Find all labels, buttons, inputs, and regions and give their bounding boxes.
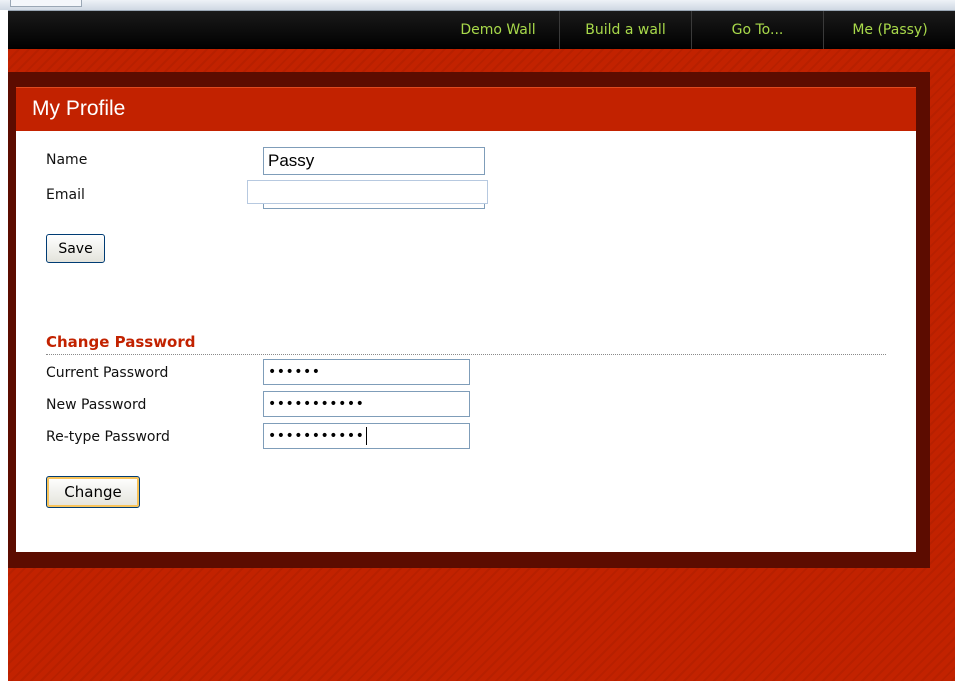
top-navbar: Demo Wall Build a wall Go To... Me (Pass… [8, 11, 955, 49]
new-password-field[interactable]: ••••••••••• [263, 391, 470, 417]
browser-chrome-strip [0, 0, 955, 11]
email-label: Email [46, 187, 85, 203]
section-divider [46, 354, 886, 355]
retype-password-dots: ••••••••••• [268, 428, 365, 444]
profile-panel-header: My Profile [16, 87, 916, 132]
nav-build-a-wall[interactable]: Build a wall [559, 11, 691, 49]
change-password-button[interactable]: Change [46, 476, 140, 508]
retype-password-label: Re-type Password [46, 429, 170, 445]
retype-password-field[interactable]: ••••••••••• [263, 423, 470, 449]
name-label: Name [46, 152, 88, 168]
name-field[interactable] [263, 147, 485, 175]
text-caret [366, 427, 368, 445]
save-button[interactable]: Save [46, 234, 105, 263]
page-title: My Profile [32, 97, 126, 120]
nav-demo-wall[interactable]: Demo Wall [438, 11, 558, 49]
current-password-label: Current Password [46, 365, 169, 381]
profile-panel-body: Name Email Save Change Password Current … [16, 131, 916, 552]
current-password-dots: •••••• [268, 364, 321, 380]
browser-tab[interactable] [10, 0, 82, 7]
nav-me-passy[interactable]: Me (Passy) [823, 11, 955, 49]
change-password-heading: Change Password [46, 333, 196, 351]
new-password-dots: ••••••••••• [268, 396, 365, 412]
browser-viewport: Demo Wall Build a wall Go To... Me (Pass… [0, 0, 955, 681]
email-autocomplete-overlay [247, 180, 488, 204]
current-password-field[interactable]: •••••• [263, 359, 470, 385]
new-password-label: New Password [46, 397, 147, 413]
left-margin [0, 10, 8, 681]
nav-go-to[interactable]: Go To... [691, 11, 823, 49]
